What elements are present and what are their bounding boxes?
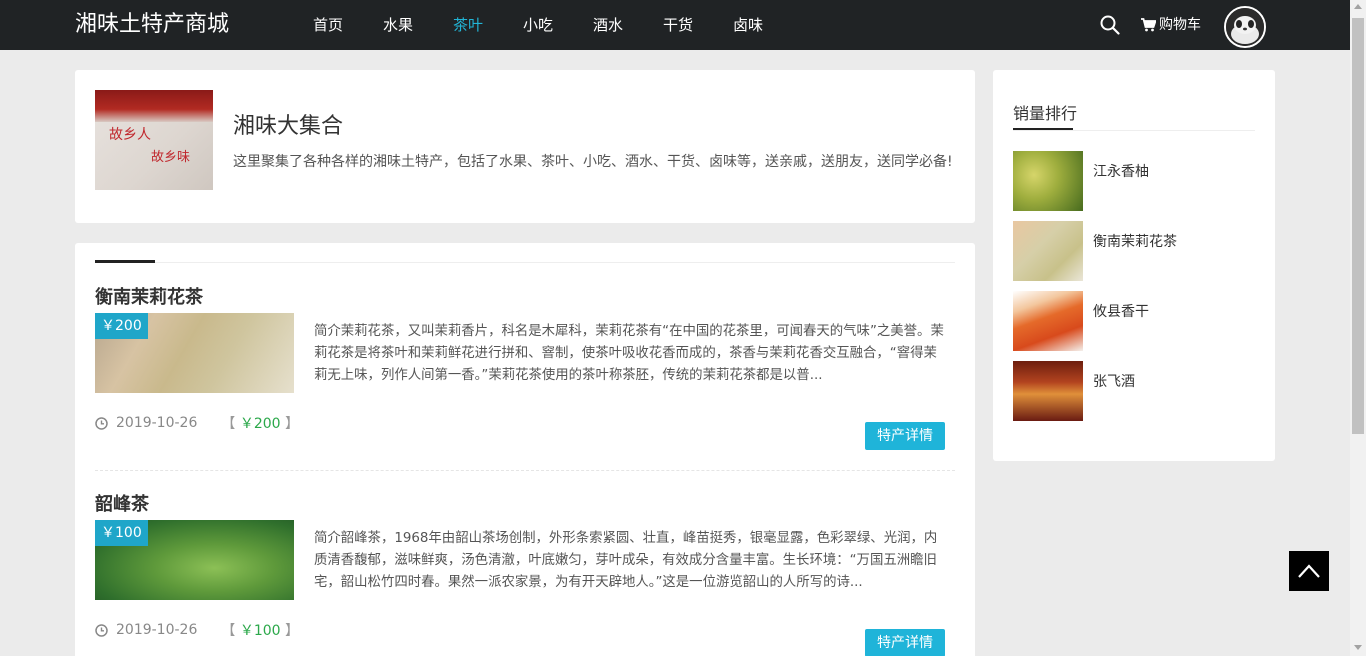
scroll-down-arrow-icon[interactable] — [1354, 645, 1362, 650]
ranking-thumbnail — [1013, 221, 1083, 281]
product-meta: 2019-10-26 【 ￥100 】 — [95, 620, 299, 640]
product-title[interactable]: 衡南茉莉花茶 — [95, 283, 203, 309]
product-list: 衡南茉莉花茶 ￥200 简介茉莉花茶，又叫茉莉香片，科名是木犀科，茉莉花茶有“在… — [75, 243, 975, 656]
product-price-value: ￥200 — [239, 416, 281, 432]
product-detail-button[interactable]: 特产详情 — [865, 422, 945, 450]
price-bracket-open: 【 — [221, 623, 236, 639]
product-price: 【 ￥100 】 — [221, 620, 299, 640]
divider — [95, 262, 955, 263]
cart-button[interactable]: 购物车 — [1141, 14, 1201, 36]
nav-liquor[interactable]: 酒水 — [573, 0, 643, 50]
divider-accent — [95, 260, 155, 263]
product-date: 2019-10-26 — [116, 622, 198, 638]
price-bracket-open: 【 — [221, 416, 236, 432]
nav-fruit[interactable]: 水果 — [363, 0, 433, 50]
ranking-thumbnail — [1013, 151, 1083, 211]
top-navbar: 湘味土特产商城 首页 水果 茶叶 小吃 酒水 干货 卤味 购物车 — [0, 0, 1350, 50]
intro-description: 这里聚集了各种各样的湘味土特产，包括了水果、茶叶、小吃、酒水、干货、卤味等，送亲… — [233, 154, 953, 170]
ranking-thumbnail — [1013, 361, 1083, 421]
price-bracket-close: 】 — [285, 623, 300, 639]
site-logo[interactable]: 湘味土特产商城 — [75, 10, 229, 40]
ranking-item-name: 衡南茉莉花茶 — [1093, 234, 1177, 250]
ranking-item-name: 江永香柚 — [1093, 164, 1149, 180]
search-icon[interactable] — [1100, 15, 1120, 35]
divider — [1013, 130, 1255, 131]
intro-card: 故乡人 故乡味 湘味大集合 这里聚集了各种各样的湘味土特产，包括了水果、茶叶、小… — [75, 70, 975, 223]
product-image[interactable]: ￥100 — [95, 520, 294, 600]
divider-accent — [1013, 128, 1073, 130]
nav-tea[interactable]: 茶叶 — [433, 0, 503, 50]
main-nav: 首页 水果 茶叶 小吃 酒水 干货 卤味 — [293, 0, 783, 50]
price-bracket-close: 】 — [285, 416, 300, 432]
scroll-up-arrow-icon[interactable] — [1354, 4, 1362, 9]
intro-image-text-2: 故乡味 — [151, 150, 191, 165]
intro-image-text-1: 故乡人 — [109, 127, 151, 143]
page-scrollbar[interactable] — [1350, 0, 1366, 656]
price-badge: ￥200 — [95, 313, 148, 339]
user-avatar[interactable] — [1224, 6, 1266, 48]
product-description: 简介韶峰茶，1968年由韶山茶场创制，外形条索紧圆、壮直，峰苗挺秀，银毫显露，色… — [314, 531, 938, 590]
ranking-item-name: 攸县香干 — [1093, 304, 1149, 320]
price-badge: ￥100 — [95, 520, 148, 546]
product-image[interactable]: ￥200 — [95, 313, 294, 393]
ranking-item-name: 张飞酒 — [1093, 374, 1135, 390]
product-price-value: ￥100 — [239, 623, 281, 639]
ranking-item[interactable]: 张飞酒 — [1013, 361, 1255, 421]
intro-banner-image: 故乡人 故乡味 — [95, 90, 213, 190]
nav-braised[interactable]: 卤味 — [713, 0, 783, 50]
divider — [95, 470, 955, 471]
ranking-item[interactable]: 衡南茉莉花茶 — [1013, 221, 1255, 281]
nav-snacks[interactable]: 小吃 — [503, 0, 573, 50]
cart-label: 购物车 — [1159, 17, 1201, 33]
product-price: 【 ￥200 】 — [221, 413, 299, 433]
sales-ranking-title: 销量排行 — [1013, 104, 1078, 123]
ranking-thumbnail — [1013, 291, 1083, 351]
intro-title: 湘味大集合 — [233, 114, 344, 139]
scrollbar-thumb[interactable] — [1352, 18, 1364, 434]
product-detail-button[interactable]: 特产详情 — [865, 629, 945, 656]
nav-dried-goods[interactable]: 干货 — [643, 0, 713, 50]
product-date: 2019-10-26 — [116, 415, 198, 431]
clock-icon — [95, 623, 108, 637]
ranking-item[interactable]: 江永香柚 — [1013, 151, 1255, 211]
cart-icon — [1141, 18, 1156, 32]
chevron-up-icon — [1298, 564, 1320, 578]
back-to-top-button[interactable] — [1289, 551, 1329, 591]
clock-icon — [95, 416, 108, 430]
nav-home[interactable]: 首页 — [293, 0, 363, 50]
product-description: 简介茉莉花茶，又叫茉莉香片，科名是木犀科，茉莉花茶有“在中国的花茶里，可闻春天的… — [314, 324, 944, 383]
ranking-item[interactable]: 攸县香干 — [1013, 291, 1255, 351]
sales-ranking-panel: 销量排行 江永香柚 衡南茉莉花茶 攸县香干 张飞酒 — [993, 70, 1275, 461]
product-title[interactable]: 韶峰茶 — [95, 490, 149, 516]
product-meta: 2019-10-26 【 ￥200 】 — [95, 413, 299, 433]
